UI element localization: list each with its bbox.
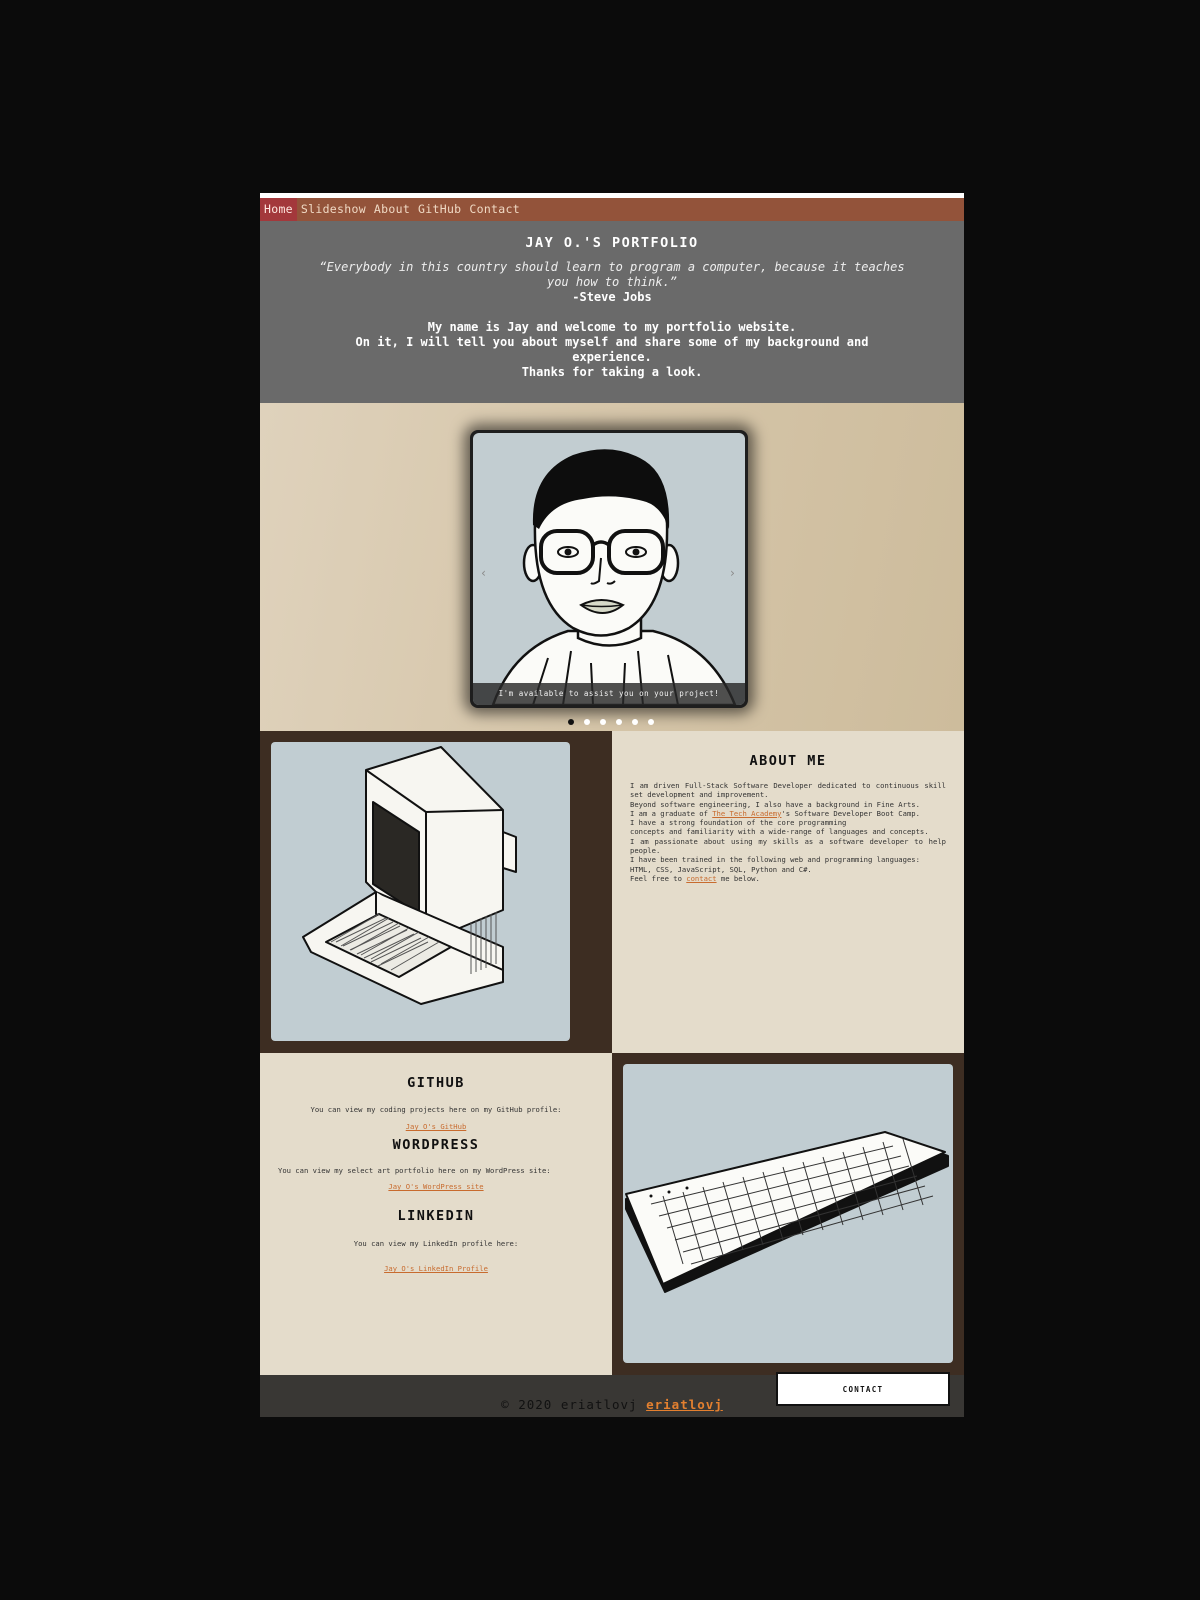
portfolio-site: Home Slideshow About GitHub Contact JAY …: [260, 193, 964, 1417]
wordpress-block: You can view my select art portfolio her…: [278, 1166, 594, 1191]
nav-slideshow[interactable]: Slideshow: [297, 198, 370, 221]
portrait-illustration: [473, 433, 745, 705]
nav-github[interactable]: GitHub: [414, 198, 465, 221]
github-title: GITHUB: [407, 1075, 465, 1091]
about-paragraph: I have a strong foundation of the core p…: [630, 818, 847, 828]
quote-text: “Everybody in this country should learn …: [319, 260, 905, 289]
intro-line: On it, I will tell you about myself and …: [355, 335, 869, 364]
nav-about[interactable]: About: [370, 198, 414, 221]
nav-home[interactable]: Home: [260, 198, 297, 221]
portrait-drawing: [491, 449, 737, 705]
wordpress-link[interactable]: Jay O's WordPress site: [278, 1182, 594, 1191]
intro-text: My name is Jay and welcome to my portfol…: [316, 320, 908, 380]
intro-line: My name is Jay and welcome to my portfol…: [427, 320, 797, 334]
about-text: I am driven Full-Stack Software Develope…: [630, 781, 946, 883]
keyboard-illustration: [623, 1064, 953, 1363]
about-paragraph: HTML, CSS, JavaScript, SQL, Python and C…: [630, 864, 812, 874]
tech-academy-link[interactable]: The Tech Academy: [712, 809, 781, 818]
chevron-right-icon[interactable]: ›: [729, 566, 736, 580]
about-paragraph: I have been trained in the following web…: [630, 855, 920, 865]
contact-button[interactable]: CONTACT: [776, 1372, 950, 1406]
chevron-left-icon[interactable]: ‹: [480, 566, 487, 580]
github-block: You can view my coding projects here on …: [278, 1105, 594, 1131]
slide-dot[interactable]: [584, 719, 590, 725]
about-paragraph: concepts and familiarity with a wide-ran…: [630, 827, 929, 837]
slide-dot[interactable]: [648, 719, 654, 725]
wordpress-title: WORDPRESS: [392, 1137, 480, 1153]
slide-dot[interactable]: [616, 719, 622, 725]
slide-dot[interactable]: [568, 719, 574, 725]
about-paragraph: I am passionate about using my skills as…: [630, 836, 946, 856]
links-section: GITHUB You can view my coding projects h…: [260, 1053, 612, 1375]
hero-section: JAY O.'S PORTFOLIO “Everybody in this co…: [260, 221, 964, 403]
copyright-text: © 2020 eriatlovj: [501, 1397, 638, 1412]
about-paragraph: I am driven Full-Stack Software Develope…: [630, 781, 946, 800]
about-paragraph: I am a graduate of The Tech Academy's So…: [630, 809, 946, 818]
about-text-fragment: I am a graduate of: [630, 808, 713, 818]
main-nav: Home Slideshow About GitHub Contact: [260, 198, 964, 221]
about-title: ABOUT ME: [749, 753, 827, 769]
linkedin-title: LINKEDIN: [397, 1208, 475, 1224]
about-text-fragment: Feel free to: [630, 873, 687, 883]
linkedin-text: You can view my LinkedIn profile here:: [353, 1239, 519, 1248]
page-title: JAY O.'S PORTFOLIO: [525, 235, 699, 251]
about-text-fragment: me below.: [716, 873, 760, 883]
wordpress-text: You can view my select art portfolio her…: [278, 1166, 551, 1175]
nav-contact[interactable]: Contact: [465, 198, 524, 221]
slide-caption: I'm available to assist you on your proj…: [473, 683, 745, 705]
computer-illustration: [271, 742, 570, 1041]
about-text-fragment: 's Software Developer Boot Camp.: [781, 808, 920, 818]
quote-author: -Steve Jobs: [572, 290, 652, 304]
linkedin-link[interactable]: Jay O's LinkedIn Profile: [278, 1264, 594, 1273]
computer-drawing: [302, 746, 517, 1005]
slide-frame: I'm available to assist you on your proj…: [470, 430, 748, 708]
contact-link[interactable]: contact: [686, 874, 716, 883]
slide-indicators: [568, 719, 654, 725]
linkedin-block: You can view my LinkedIn profile here: J…: [278, 1239, 594, 1273]
slide-dot[interactable]: [632, 719, 638, 725]
about-paragraph: Beyond software engineering, I also have…: [630, 799, 920, 809]
slideshow: I'm available to assist you on your proj…: [260, 403, 964, 731]
github-link[interactable]: Jay O's GitHub: [278, 1122, 594, 1131]
footer-link[interactable]: eriatlovj: [646, 1397, 723, 1412]
about-section: ABOUT ME I am driven Full-Stack Software…: [612, 731, 964, 1053]
keyboard-drawing: [625, 1131, 949, 1293]
slide-dot[interactable]: [600, 719, 606, 725]
intro-line: Thanks for taking a look.: [521, 365, 703, 379]
github-text: You can view my coding projects here on …: [310, 1105, 562, 1114]
keyboard-panel: [612, 1053, 964, 1375]
about-paragraph: Feel free to contact me below.: [630, 874, 946, 883]
computer-panel: [260, 731, 612, 1053]
